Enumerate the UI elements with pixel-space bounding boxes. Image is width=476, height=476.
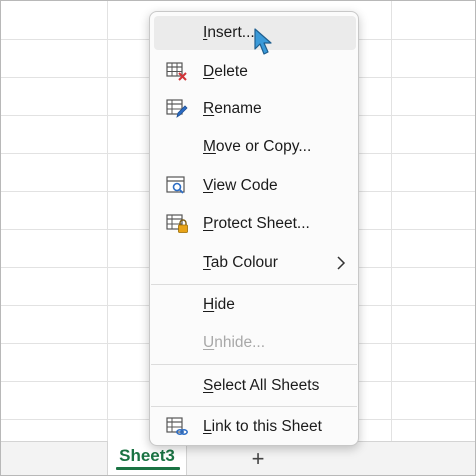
menu-item-label: Delete <box>203 63 248 80</box>
menu-item-label: Select All Sheets <box>203 377 320 394</box>
add-sheet-button[interactable]: + <box>245 445 271 473</box>
menu-item-label: Insert... <box>203 24 255 41</box>
menu-item-view-code[interactable]: View Code <box>154 169 356 203</box>
link-sheet-icon <box>166 417 188 435</box>
menu-separator <box>151 406 357 407</box>
grid-column-line <box>391 1 392 441</box>
menu-item-insert[interactable]: Insert... <box>154 16 356 50</box>
menu-separator <box>151 364 357 365</box>
menu-item-delete[interactable]: Delete <box>154 55 356 89</box>
delete-sheet-icon <box>166 62 187 81</box>
menu-item-unhide: Unhide... <box>154 326 356 360</box>
sheet-tab-sheet3[interactable]: Sheet3 <box>107 441 187 475</box>
menu-item-tab-colour[interactable]: Tab Colour <box>154 246 356 280</box>
sheet-context-menu: Insert... Delete Rename Move or Copy... … <box>149 11 359 446</box>
menu-item-select-all-sheets[interactable]: Select All Sheets <box>154 369 356 403</box>
menu-separator <box>151 284 357 285</box>
excel-window: Sheet3 + Insert... Delete Rename Move or… <box>0 0 476 476</box>
view-code-icon <box>166 176 185 194</box>
menu-item-label: Move or Copy... <box>203 138 312 155</box>
menu-item-link-to-this-sheet[interactable]: Link to this Sheet <box>154 410 356 444</box>
grid-column-line <box>107 1 108 441</box>
sheet-tab-label: Sheet3 <box>119 446 175 465</box>
menu-item-hide[interactable]: Hide <box>154 288 356 322</box>
menu-item-label: Unhide... <box>203 334 266 351</box>
menu-item-label: Tab Colour <box>203 254 278 271</box>
chevron-right-icon <box>337 256 346 270</box>
menu-item-move-or-copy[interactable]: Move or Copy... <box>154 130 356 164</box>
menu-item-label: Rename <box>203 100 262 117</box>
menu-item-protect-sheet[interactable]: Protect Sheet... <box>154 207 356 241</box>
menu-item-rename[interactable]: Rename <box>154 92 356 126</box>
menu-item-label: Link to this Sheet <box>203 418 322 435</box>
menu-item-label: View Code <box>203 177 278 194</box>
rename-sheet-icon <box>166 99 188 118</box>
menu-item-label: Hide <box>203 296 235 313</box>
menu-item-label: Protect Sheet... <box>203 215 310 232</box>
protect-sheet-lock-icon <box>166 214 188 233</box>
sheet-tab-bar: Sheet3 + <box>1 441 475 475</box>
active-tab-indicator <box>116 467 180 470</box>
